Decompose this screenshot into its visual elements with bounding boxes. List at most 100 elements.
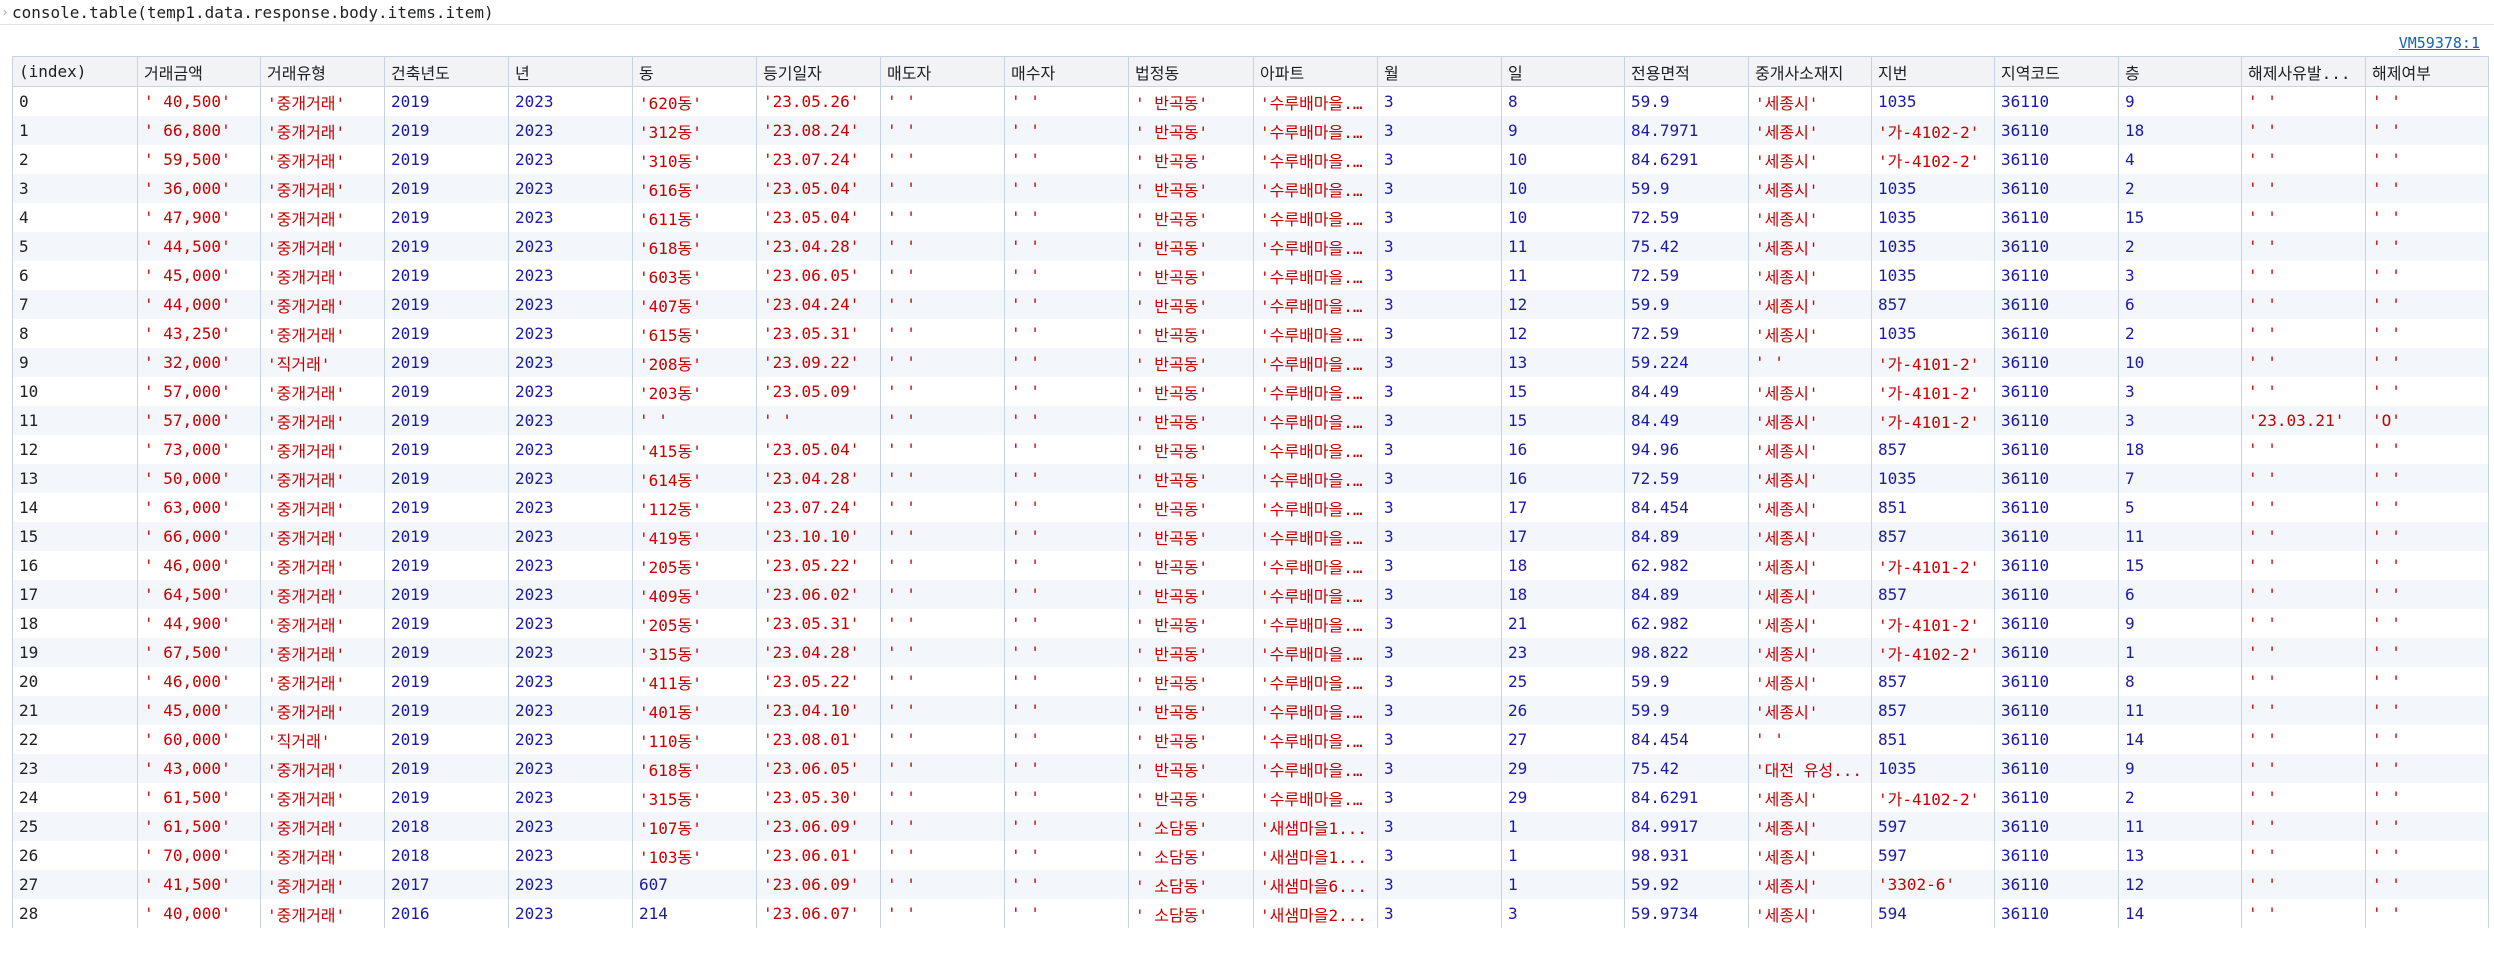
table-cell: 12 xyxy=(12,435,138,464)
column-header[interactable]: 월 xyxy=(1377,56,1502,87)
table-cell: 59.224 xyxy=(1624,348,1749,377)
table-cell: ' ' xyxy=(1004,348,1129,377)
table-cell: '수루배마을... xyxy=(1253,319,1378,348)
table-cell: ' ' xyxy=(1004,551,1129,580)
table-cell: '수루배마을... xyxy=(1253,406,1378,435)
column-header[interactable]: 일 xyxy=(1501,56,1625,87)
table-cell: ' 67,500' xyxy=(137,638,261,667)
table-cell: '수루배마을... xyxy=(1253,754,1378,783)
table-cell: 8 xyxy=(12,319,138,348)
table-cell: ' ' xyxy=(1004,319,1129,348)
table-cell: ' ' xyxy=(1004,609,1129,638)
table-cell: '직거래' xyxy=(260,725,385,754)
table-cell: '세종시' xyxy=(1748,783,1872,812)
table-cell: ' ' xyxy=(1004,841,1129,870)
table-cell: 2023 xyxy=(508,609,633,638)
table-cell: '중개거래' xyxy=(260,638,385,667)
table-cell: 36110 xyxy=(1994,290,2119,319)
column-header[interactable]: 법정동 xyxy=(1128,56,1254,87)
table-row: 11 ' 57,000' '중개거래' 2019 2023 ' ' ' ' ' ' ' ' ' 반… xyxy=(12,406,2489,435)
table-cell: 2018 xyxy=(384,812,509,841)
column-header[interactable]: 매수자 xyxy=(1004,56,1129,87)
table-cell: 2019 xyxy=(384,86,509,116)
table-row: 8 ' 43,250' '중개거래' 2019 2023'615동' '23.05.31'… xyxy=(12,319,2489,348)
table-cell: 3 xyxy=(1377,754,1502,783)
table-cell: ' ' xyxy=(880,667,1005,696)
column-header[interactable]: 거래금액 xyxy=(137,56,261,87)
table-cell: '401동' xyxy=(632,696,757,725)
table-cell: 2019 xyxy=(384,116,509,145)
table-cell: '수루배마을... xyxy=(1253,609,1378,638)
table-cell: '직거래' xyxy=(260,348,385,377)
column-header[interactable]: 전용면적 xyxy=(1624,56,1749,87)
table-cell: '23.06.05' xyxy=(756,754,881,783)
table-cell: '세종시' xyxy=(1748,116,1872,145)
column-header[interactable]: 동 xyxy=(632,56,757,87)
column-header[interactable]: 년 xyxy=(508,56,633,87)
table-cell: '세종시' xyxy=(1748,86,1872,116)
column-header[interactable]: 지번 xyxy=(1871,56,1995,87)
table-cell: ' ' xyxy=(2365,870,2489,899)
table-cell: '23.06.09' xyxy=(756,812,881,841)
table-cell: '중개거래' xyxy=(260,754,385,783)
table-cell: '23.05.26' xyxy=(756,86,881,116)
table-cell: ' ' xyxy=(1004,667,1129,696)
table-cell: 2023 xyxy=(508,86,633,116)
table-cell: ' 반곡동' xyxy=(1128,696,1254,725)
table-cell: ' ' xyxy=(1748,725,1872,754)
table-cell: 36110 xyxy=(1994,232,2119,261)
table-cell: 2019 xyxy=(384,232,509,261)
table-cell: 2019 xyxy=(384,580,509,609)
table-cell: 3 xyxy=(1377,551,1502,580)
table-cell: ' ' xyxy=(2241,464,2366,493)
column-header[interactable]: 지역코드 xyxy=(1994,56,2119,87)
table-cell: ' 반곡동' xyxy=(1128,86,1254,116)
column-header[interactable]: 아파트 xyxy=(1253,56,1378,87)
table-cell: ' 반곡동' xyxy=(1128,493,1254,522)
table-cell: '611동' xyxy=(632,203,757,232)
table-cell: '중개거래' xyxy=(260,406,385,435)
table-cell: ' ' xyxy=(880,116,1005,145)
table-cell: 36110 xyxy=(1994,261,2119,290)
table-cell: ' 소담동' xyxy=(1128,841,1254,870)
table-cell: ' ' xyxy=(2365,435,2489,464)
table-cell: 2023 xyxy=(508,580,633,609)
table-cell: ' ' xyxy=(880,754,1005,783)
table-cell: '310동' xyxy=(632,145,757,174)
column-header[interactable]: 매도자 xyxy=(880,56,1005,87)
column-header[interactable]: 거래유형 xyxy=(260,56,385,87)
table-cell: 11 xyxy=(1501,261,1625,290)
table-cell: ' ' xyxy=(2241,435,2366,464)
table-cell: ' ' xyxy=(2241,377,2366,406)
table-cell: 75.42 xyxy=(1624,232,1749,261)
table-cell: 18 xyxy=(12,609,138,638)
column-header[interactable]: 해제여부 xyxy=(2365,56,2489,87)
table-cell: ' 57,000' xyxy=(137,377,261,406)
table-row: 7 ' 44,000' '중개거래' 2019 2023'407동' '23.04.24'… xyxy=(12,290,2489,319)
table-cell: 1035 xyxy=(1871,174,1995,203)
table-cell: 2023 xyxy=(508,290,633,319)
column-header[interactable]: 건축년도 xyxy=(384,56,509,87)
column-header[interactable]: 층 xyxy=(2118,56,2242,87)
table-cell: 28 xyxy=(12,899,138,928)
column-header[interactable]: (index) xyxy=(12,56,138,87)
table-cell: ' ' xyxy=(2365,319,2489,348)
table-cell: 36110 xyxy=(1994,609,2119,638)
table-cell: ' ' xyxy=(1004,435,1129,464)
column-header[interactable]: 해제사유발... xyxy=(2241,56,2366,87)
table-row: 6 ' 45,000' '중개거래' 2019 2023'603동' '23.06.05'… xyxy=(12,261,2489,290)
table-cell: '중개거래' xyxy=(260,812,385,841)
table-cell: '세종시' xyxy=(1748,841,1872,870)
table-cell: '가-4102-2' xyxy=(1871,145,1995,174)
table-cell: 84.9917 xyxy=(1624,812,1749,841)
table-cell: '203동' xyxy=(632,377,757,406)
table-cell: 2019 xyxy=(384,464,509,493)
table-cell: '중개거래' xyxy=(260,667,385,696)
table-cell: 7 xyxy=(2118,464,2242,493)
table-cell: 36110 xyxy=(1994,203,2119,232)
table-row: 10 ' 57,000' '중개거래' 2019 2023'203동' '23.05.09… xyxy=(12,377,2489,406)
source-location-link[interactable]: VM59378:1 xyxy=(2399,34,2480,52)
table-cell: ' ' xyxy=(880,86,1005,116)
column-header[interactable]: 중개사소재지 xyxy=(1748,56,1872,87)
column-header[interactable]: 등기일자 xyxy=(756,56,881,87)
